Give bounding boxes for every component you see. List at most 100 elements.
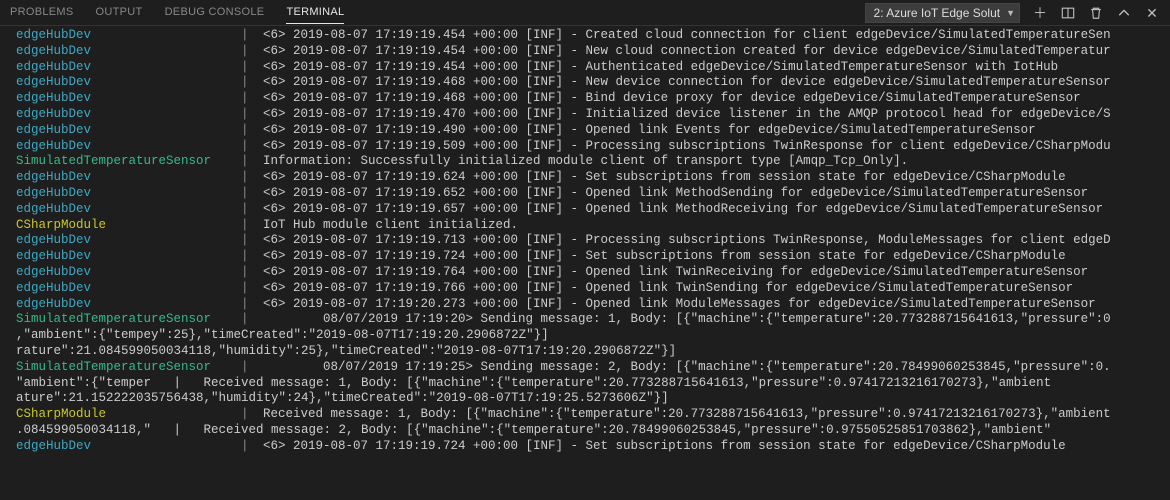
log-line: SimulatedTemperatureSensor| Information:… [16,154,1170,170]
log-line: edgeHubDev| <6> 2019-08-07 17:19:19.724 … [16,249,1170,265]
split-terminal-icon[interactable] [1060,5,1076,21]
terminal-select[interactable]: 2: Azure IoT Edge Solut ▼ [865,3,1020,23]
log-line: edgeHubDev| <6> 2019-08-07 17:19:19.713 … [16,233,1170,249]
log-separator: | [241,186,263,202]
log-source: edgeHubDev [16,123,241,139]
log-line: edgeHubDev| <6> 2019-08-07 17:19:19.724 … [16,439,1170,455]
tab-output[interactable]: OUTPUT [96,1,143,24]
log-separator: | [241,28,263,44]
log-separator: | [241,154,263,170]
terminal-select-label: 2: Azure IoT Edge Solut [874,6,1001,20]
log-message: Information: Successfully initialized mo… [263,154,908,170]
log-separator: | [241,75,263,91]
log-source: edgeHubDev [16,28,241,44]
close-icon[interactable]: ✕ [1144,5,1160,21]
log-message: <6> 2019-08-07 17:19:19.454 +00:00 [INF]… [263,44,1111,60]
log-separator: | [241,439,263,455]
log-message: <6> 2019-08-07 17:19:19.652 +00:00 [INF]… [263,186,1088,202]
log-line: edgeHubDev| <6> 2019-08-07 17:19:19.470 … [16,107,1170,123]
tab-terminal[interactable]: TERMINAL [286,1,344,24]
log-source: edgeHubDev [16,233,241,249]
log-separator: | [241,44,263,60]
log-separator: | [241,123,263,139]
log-source: edgeHubDev [16,439,241,455]
log-line: CSharpModule| Received message: 1, Body:… [16,407,1170,423]
log-line: CSharpModule| IoT Hub module client init… [16,218,1170,234]
log-source: edgeHubDev [16,297,241,313]
log-source: edgeHubDev [16,202,241,218]
log-source: CSharpModule [16,218,241,234]
log-line: edgeHubDev| <6> 2019-08-07 17:19:19.764 … [16,265,1170,281]
log-separator: | [241,218,263,234]
log-separator: | [241,60,263,76]
log-line: SimulatedTemperatureSensor| 08/07/2019 1… [16,360,1170,376]
new-terminal-icon[interactable]: ＋ [1032,5,1048,21]
panel-header: PROBLEMS OUTPUT DEBUG CONSOLE TERMINAL 2… [0,0,1170,26]
log-separator: | [241,170,263,186]
log-line: edgeHubDev| <6> 2019-08-07 17:19:19.454 … [16,44,1170,60]
log-separator: | [241,265,263,281]
log-message: <6> 2019-08-07 17:19:19.764 +00:00 [INF]… [263,265,1088,281]
log-message: <6> 2019-08-07 17:19:19.657 +00:00 [INF]… [263,202,1103,218]
log-source: edgeHubDev [16,170,241,186]
log-source: edgeHubDev [16,139,241,155]
log-message: 08/07/2019 17:19:25> Sending message: 2,… [263,360,1111,376]
tab-debug[interactable]: DEBUG CONSOLE [165,1,265,24]
log-line: SimulatedTemperatureSensor| 08/07/2019 1… [16,312,1170,328]
log-source: SimulatedTemperatureSensor [16,312,241,328]
log-line: edgeHubDev| <6> 2019-08-07 17:19:19.509 … [16,139,1170,155]
log-line: edgeHubDev| <6> 2019-08-07 17:19:20.273 … [16,297,1170,313]
chevron-down-icon: ▼ [1006,8,1015,18]
log-line-wrap: ature":21.152222035756438,"humidity":24}… [16,391,1170,407]
log-line: edgeHubDev| <6> 2019-08-07 17:19:19.657 … [16,202,1170,218]
trash-icon[interactable] [1088,5,1104,21]
log-line: edgeHubDev| <6> 2019-08-07 17:19:19.468 … [16,75,1170,91]
log-line-wrap: ,"ambient":{"tempey":25},"timeCreated":"… [16,328,1170,344]
log-line-wrap: "ambient":{"temper | Received message: 1… [16,376,1170,392]
tab-problems[interactable]: PROBLEMS [10,1,74,24]
log-separator: | [241,360,263,376]
log-line: edgeHubDev| <6> 2019-08-07 17:19:19.468 … [16,91,1170,107]
log-separator: | [241,107,263,123]
log-source: edgeHubDev [16,265,241,281]
log-message: <6> 2019-08-07 17:19:19.490 +00:00 [INF]… [263,123,1036,139]
log-line-wrap: .084599050034118," | Received message: 2… [16,423,1170,439]
log-separator: | [241,297,263,313]
log-message: <6> 2019-08-07 17:19:19.724 +00:00 [INF]… [263,439,1066,455]
log-message: <6> 2019-08-07 17:19:19.766 +00:00 [INF]… [263,281,1073,297]
log-source: edgeHubDev [16,75,241,91]
log-source: edgeHubDev [16,44,241,60]
panel-header-actions: 2: Azure IoT Edge Solut ▼ ＋ ✕ [865,3,1160,23]
log-message: <6> 2019-08-07 17:19:20.273 +00:00 [INF]… [263,297,1096,313]
log-separator: | [241,249,263,265]
log-separator: | [241,233,263,249]
log-separator: | [241,407,263,423]
log-source: edgeHubDev [16,91,241,107]
log-source: CSharpModule [16,407,241,423]
log-source: SimulatedTemperatureSensor [16,154,241,170]
log-line: edgeHubDev| <6> 2019-08-07 17:19:19.624 … [16,170,1170,186]
chevron-up-icon[interactable] [1116,5,1132,21]
log-source: edgeHubDev [16,281,241,297]
terminal-output[interactable]: edgeHubDev| <6> 2019-08-07 17:19:19.454 … [0,26,1170,455]
log-source: edgeHubDev [16,249,241,265]
log-message: <6> 2019-08-07 17:19:19.454 +00:00 [INF]… [263,60,1058,76]
log-message: <6> 2019-08-07 17:19:19.509 +00:00 [INF]… [263,139,1111,155]
log-message: <6> 2019-08-07 17:19:19.468 +00:00 [INF]… [263,75,1111,91]
log-source: edgeHubDev [16,107,241,123]
log-message: <6> 2019-08-07 17:19:19.468 +00:00 [INF]… [263,91,1081,107]
log-message: Received message: 1, Body: [{"machine":{… [263,407,1111,423]
log-line: edgeHubDev| <6> 2019-08-07 17:19:19.652 … [16,186,1170,202]
log-separator: | [241,91,263,107]
log-separator: | [241,281,263,297]
log-source: SimulatedTemperatureSensor [16,360,241,376]
log-message: <6> 2019-08-07 17:19:19.724 +00:00 [INF]… [263,249,1066,265]
log-line: edgeHubDev| <6> 2019-08-07 17:19:19.454 … [16,60,1170,76]
log-message: 08/07/2019 17:19:20> Sending message: 1,… [263,312,1111,328]
log-line: edgeHubDev| <6> 2019-08-07 17:19:19.454 … [16,28,1170,44]
log-line: edgeHubDev| <6> 2019-08-07 17:19:19.766 … [16,281,1170,297]
log-message: <6> 2019-08-07 17:19:19.454 +00:00 [INF]… [263,28,1111,44]
panel-tabs: PROBLEMS OUTPUT DEBUG CONSOLE TERMINAL [10,1,344,24]
log-line-wrap: rature":21.084599050034118,"humidity":25… [16,344,1170,360]
log-message: <6> 2019-08-07 17:19:19.713 +00:00 [INF]… [263,233,1111,249]
